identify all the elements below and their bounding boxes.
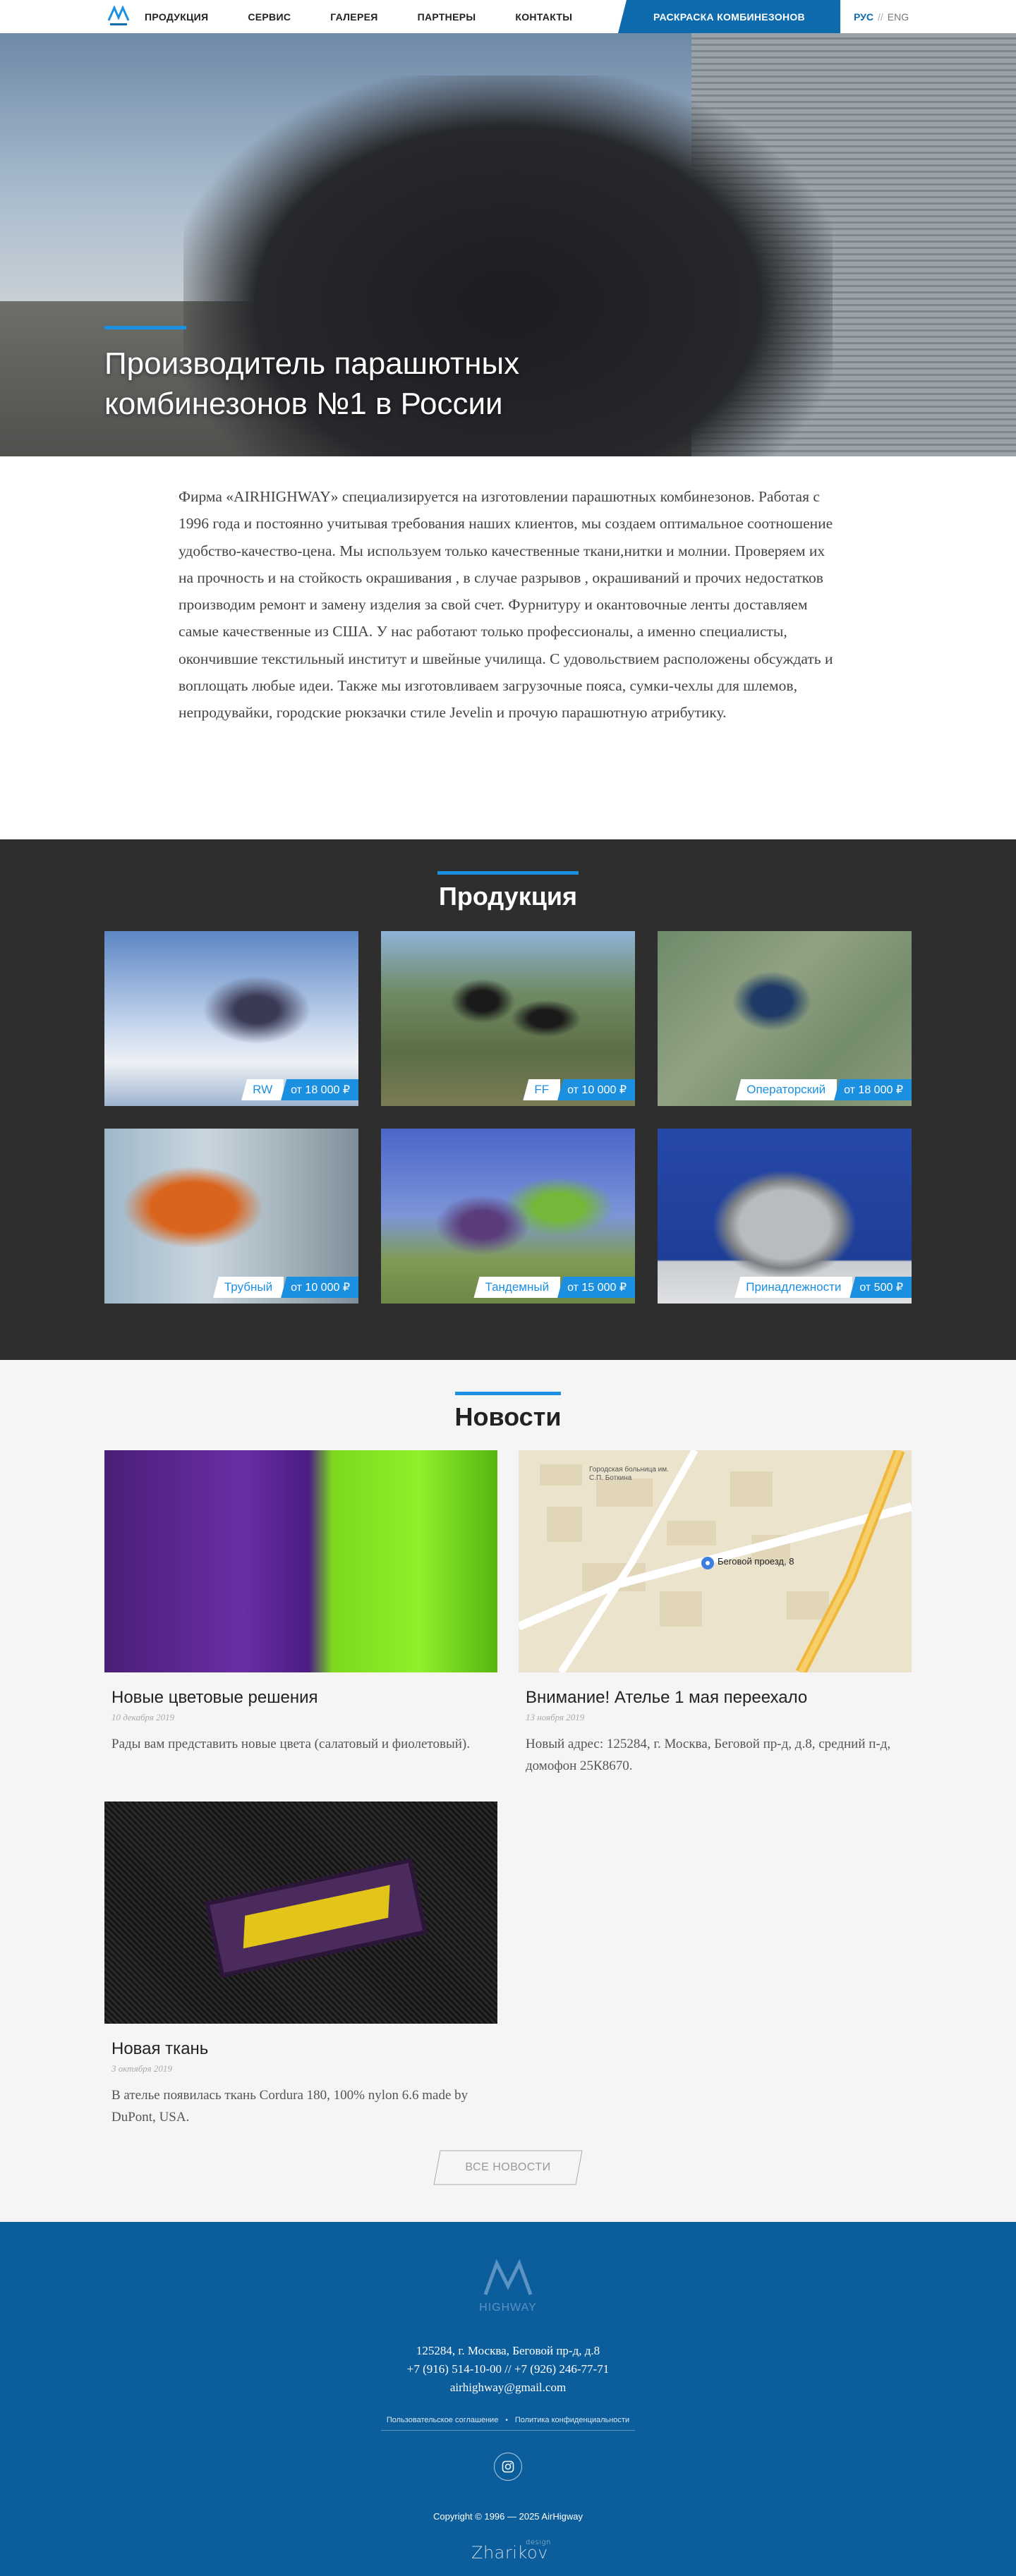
news-image-map: Беговой проезд, 8 Городская больница им.… bbox=[519, 1450, 912, 1672]
intro-text: Фирма «AIRHIGHWAY» специализируется на и… bbox=[179, 488, 833, 722]
instagram-icon[interactable] bbox=[494, 2453, 522, 2481]
product-name: Принадлежности bbox=[734, 1277, 853, 1298]
product-price: от 10 000 ₽ bbox=[557, 1079, 635, 1100]
news-date: 10 декабря 2019 bbox=[111, 1712, 175, 1723]
footer-legal-links: Пользовательское соглашение • Политика к… bbox=[381, 2416, 635, 2431]
news-date: 13 ноября 2019 bbox=[526, 1712, 585, 1723]
news-headline[interactable]: Новая ткань bbox=[104, 2039, 497, 2059]
lang-separator: // bbox=[877, 11, 883, 23]
footer-link-separator: • bbox=[505, 2416, 508, 2424]
map-hospital-label: Городская больница им. С.П. Боткина bbox=[589, 1466, 669, 1482]
designer-tag: design bbox=[526, 2539, 551, 2546]
footer-logo[interactable]: HIGHWAY bbox=[473, 2254, 543, 2317]
product-price: от 18 000 ₽ bbox=[834, 1079, 912, 1100]
airhighway-logo[interactable] bbox=[104, 5, 133, 29]
news-headline[interactable]: Новые цветовые решения bbox=[104, 1688, 497, 1708]
news-card-colors[interactable]: Новые цветовые решения 10 декабря 2019 Р… bbox=[104, 1450, 497, 1755]
news-accent-bar bbox=[455, 1392, 561, 1395]
nav-contacts[interactable]: КОНТАКТЫ bbox=[515, 11, 572, 23]
news-image-colors bbox=[104, 1450, 497, 1672]
footer-contacts: 125284, г. Москва, Беговой пр-д, д.8 +7 … bbox=[0, 2342, 1016, 2397]
product-name: Операторский bbox=[735, 1079, 837, 1100]
copyright: Copyright © 1996 — 2025 AirHigway bbox=[433, 2511, 583, 2522]
hero-accent-bar bbox=[104, 326, 186, 329]
footer-phones[interactable]: +7 (916) 514-10-00 // +7 (926) 246-77-71 bbox=[0, 2360, 1016, 2378]
news-text: Рады вам представить новые цвета (салато… bbox=[111, 1737, 470, 1751]
site-header: ПРОДУКЦИЯ СЕРВИС ГАЛЕРЕЯ ПАРТНЕРЫ КОНТАК… bbox=[0, 0, 1016, 33]
news-date: 3 октября 2019 bbox=[111, 2063, 172, 2074]
nav-partners[interactable]: ПАРТНЕРЫ bbox=[418, 11, 476, 23]
news-headline[interactable]: Внимание! Ателье 1 мая переехало bbox=[519, 1688, 912, 1708]
hero-title-line2: комбинезонов №1 в России bbox=[104, 387, 503, 421]
lang-ru[interactable]: РУС bbox=[854, 11, 873, 23]
footer-logo-text: HIGHWAY bbox=[479, 2302, 537, 2314]
products-section: Продукция RW от 18 000 ₽ FF от 10 000 ₽ Оп… bbox=[0, 839, 1016, 1360]
news-card-fabric[interactable]: Новая ткань 3 октября 2019 В ателье появ… bbox=[104, 1802, 497, 2128]
product-name: RW bbox=[241, 1079, 284, 1100]
cordura-label-patch bbox=[204, 1858, 428, 1978]
product-name: FF bbox=[523, 1079, 561, 1100]
product-name: Трубный bbox=[212, 1277, 284, 1298]
products-title: Продукция bbox=[439, 882, 577, 911]
news-title: Новости bbox=[454, 1402, 562, 1431]
product-card-accessories[interactable]: Принадлежности от 500 ₽ bbox=[658, 1129, 912, 1304]
product-card-tandem[interactable]: Тандемный от 15 000 ₽ bbox=[381, 1129, 635, 1304]
all-news-label: ВСЕ НОВОСТИ bbox=[465, 2161, 551, 2173]
map-address-label: Беговой проезд, 8 bbox=[718, 1556, 794, 1567]
page: ПРОДУКЦИЯ СЕРВИС ГАЛЕРЕЯ ПАРТНЕРЫ КОНТАК… bbox=[0, 0, 1016, 2576]
footer-address-line: 125284, г. Москва, Беговой пр-д, д.8 bbox=[416, 2344, 600, 2357]
nav-products[interactable]: ПРОДУКЦИЯ bbox=[145, 11, 208, 23]
news-text: В ателье появилась ткань Cordura 180, 10… bbox=[111, 2088, 468, 2125]
language-switcher: РУС // ENG bbox=[854, 0, 909, 33]
main-nav: ПРОДУКЦИЯ СЕРВИС ГАЛЕРЕЯ ПАРТНЕРЫ КОНТАК… bbox=[145, 0, 612, 33]
product-card-ff[interactable]: FF от 10 000 ₽ bbox=[381, 931, 635, 1106]
footer-terms-link[interactable]: Пользовательское соглашение bbox=[387, 2416, 498, 2424]
news-card-moved[interactable]: Беговой проезд, 8 Городская больница им.… bbox=[519, 1450, 912, 1777]
news-section: Новости Новые цветовые решения 10 декабр… bbox=[0, 1360, 1016, 2222]
nav-coloring-button[interactable]: РАСКРАСКА КОМБИНЕЗОНОВ bbox=[618, 0, 840, 33]
news-text: Новый адрес: 125284, г. Москва, Беговой … bbox=[526, 1737, 891, 1773]
news-image-cordura bbox=[104, 1802, 497, 2024]
all-news-button[interactable]: ВСЕ НОВОСТИ bbox=[433, 2150, 583, 2185]
cordura-label-logo bbox=[243, 1885, 390, 1949]
product-card-rw[interactable]: RW от 18 000 ₽ bbox=[104, 931, 358, 1106]
designer-logo[interactable]: Zharikov design bbox=[471, 2539, 550, 2563]
hero-banner: Производитель парашютных комбинезонов №1… bbox=[0, 33, 1016, 456]
product-price: от 10 000 ₽ bbox=[281, 1277, 358, 1298]
nav-service[interactable]: СЕРВИС bbox=[248, 11, 291, 23]
product-card-tunnel[interactable]: Трубный от 10 000 ₽ bbox=[104, 1129, 358, 1304]
hero-title-line1: Производитель парашютных bbox=[104, 346, 520, 381]
products-accent-bar bbox=[437, 871, 579, 875]
product-price: от 18 000 ₽ bbox=[281, 1079, 358, 1100]
nav-gallery[interactable]: ГАЛЕРЕЯ bbox=[330, 11, 377, 23]
product-price: от 15 000 ₽ bbox=[557, 1277, 635, 1298]
hero-title: Производитель парашютных комбинезонов №1… bbox=[104, 344, 641, 424]
footer-privacy-link[interactable]: Политика конфиденциальности bbox=[515, 2416, 629, 2424]
footer-email[interactable]: airhighway@gmail.com bbox=[0, 2378, 1016, 2397]
lang-en[interactable]: ENG bbox=[888, 11, 909, 23]
product-price: от 500 ₽ bbox=[849, 1277, 912, 1298]
product-name: Тандемный bbox=[473, 1277, 561, 1298]
product-card-camera[interactable]: Операторский от 18 000 ₽ bbox=[658, 931, 912, 1106]
site-footer: HIGHWAY 125284, г. Москва, Беговой пр-д,… bbox=[0, 2222, 1016, 2576]
